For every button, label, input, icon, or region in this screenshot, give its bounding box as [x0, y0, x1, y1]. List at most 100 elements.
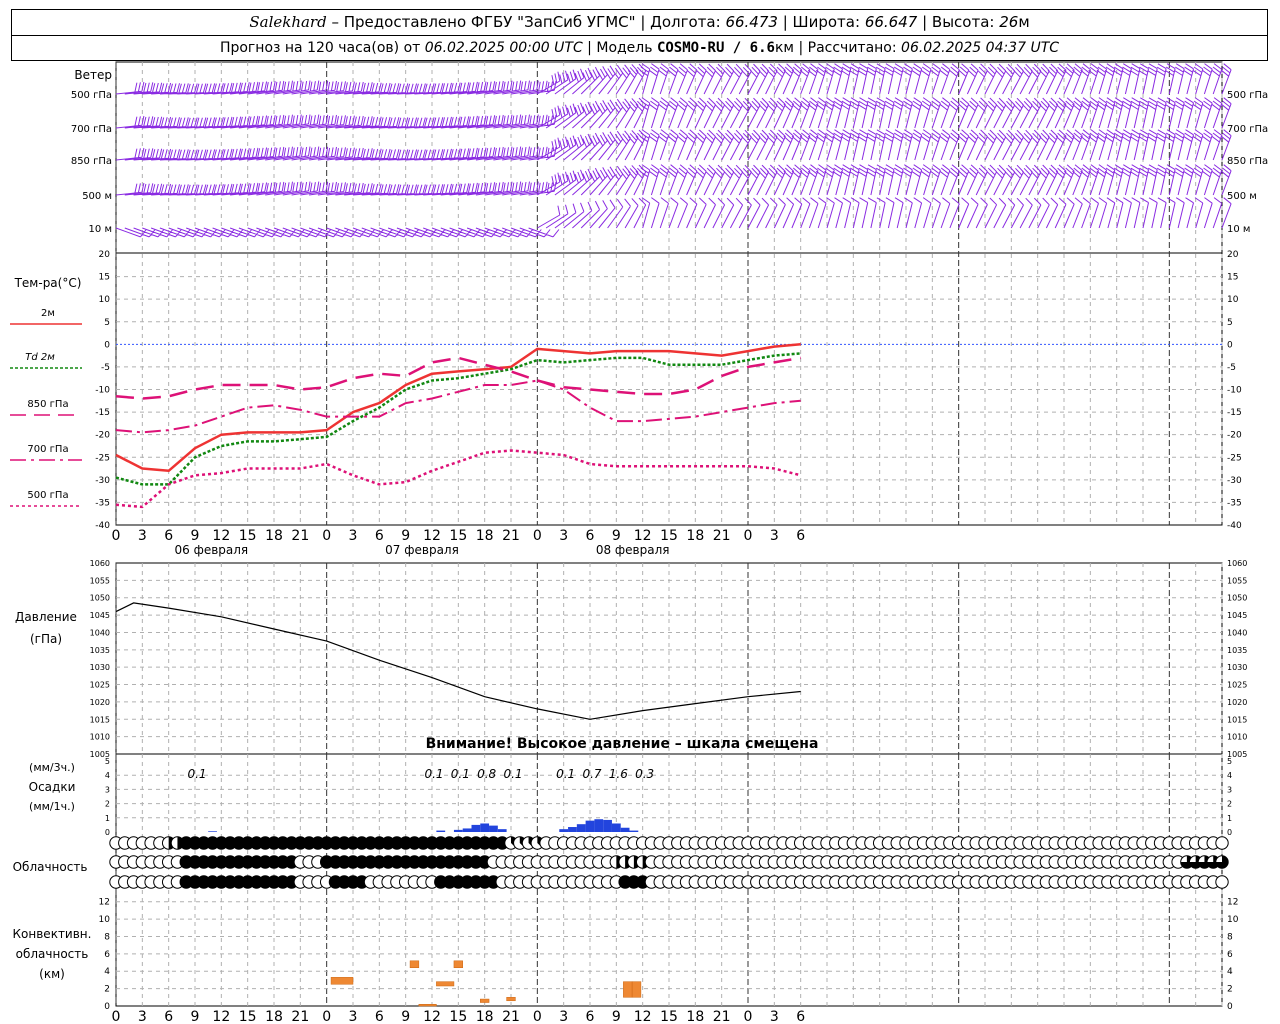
- y-tick-label-left: 1035: [90, 646, 110, 655]
- x-tick-label: 3: [138, 1009, 147, 1024]
- y-tick-label-left: 1060: [90, 559, 110, 568]
- cloud-symbol: [1215, 875, 1229, 889]
- y-tick-label-left: 8: [104, 932, 110, 942]
- y-tick-label-right: 10: [1227, 295, 1239, 305]
- convective-bar: [631, 981, 642, 998]
- cloud-title: Облачность: [13, 860, 88, 874]
- x-tick-label: 21: [291, 528, 309, 544]
- precip-bar: [462, 828, 472, 832]
- convective-bar: [330, 977, 354, 985]
- x-tick-label: 6: [796, 528, 805, 544]
- x-tick-label: 3: [770, 528, 779, 544]
- precip-bar: [436, 830, 446, 832]
- precip-bar: [585, 820, 595, 832]
- precip-bar: [497, 829, 507, 832]
- meteogram-chart: 20 2015 1510 105 50 0-5 -5-10 -10-15 -15-20 -20-2…: [10, 61, 1268, 1024]
- y-tick-label-left: 2: [104, 985, 110, 995]
- x-tick-label: 3: [349, 528, 358, 544]
- y-tick-label-left: 5: [105, 757, 110, 766]
- y-tick-label-right: 10: [1227, 915, 1239, 925]
- y-tick-label-left: 20: [99, 250, 111, 260]
- y-tick-label-left: 5: [104, 318, 110, 328]
- x-tick-label: 6: [164, 1009, 173, 1024]
- x-tick-label: 15: [239, 528, 257, 544]
- x-tick-label: 18: [265, 1009, 283, 1024]
- y-tick-label-right: 4: [1227, 771, 1232, 780]
- x-tick-label: 21: [713, 1009, 731, 1024]
- day-label: 08 февраля: [596, 543, 670, 557]
- x-tick-label: 15: [239, 1009, 257, 1024]
- y-tick-label-left: 3: [105, 785, 110, 794]
- x-tick-label: 0: [533, 1009, 542, 1024]
- y-tick-label-left: -25: [95, 453, 110, 463]
- y-tick-label-right: 3: [1227, 785, 1232, 794]
- wind-level-label-right: 10 м: [1227, 224, 1250, 235]
- convective-bar: [418, 1004, 437, 1007]
- y-tick-label-left: 1040: [90, 628, 110, 637]
- precip-bar: [568, 827, 577, 832]
- y-tick-label-left: -15: [95, 408, 110, 418]
- x-tick-label: 0: [112, 528, 121, 544]
- x-tick-label: 0: [744, 528, 753, 544]
- y-tick-label-left: 1: [105, 814, 110, 823]
- y-tick-label-left: 12: [99, 898, 110, 908]
- wind-level-label-right: 700 гПа: [1227, 124, 1268, 135]
- convective-bar: [506, 997, 516, 1002]
- convective-title-3: (км): [39, 967, 65, 981]
- x-tick-label: 21: [502, 528, 520, 544]
- x-tick-label: 3: [138, 528, 147, 544]
- wind-panel-title: Ветер: [74, 68, 112, 82]
- precip-3h-value: 0.1: [187, 767, 206, 781]
- convective-title-1: Конвективн.: [13, 927, 92, 941]
- pressure-unit: (гПа): [30, 632, 62, 646]
- x-tick-label: 0: [533, 528, 542, 544]
- cloud-symbol-outline: [1215, 836, 1229, 850]
- convective-bar: [623, 981, 633, 998]
- y-tick-label-right: 5: [1227, 757, 1232, 766]
- y-tick-label-right: -40: [1227, 521, 1242, 531]
- precip-bar: [480, 823, 490, 832]
- y-tick-label-right: 1025: [1227, 681, 1247, 690]
- y-tick-label-right: 1020: [1227, 698, 1247, 707]
- y-tick-label-right: -25: [1227, 453, 1242, 463]
- y-tick-label-right: 1: [1227, 814, 1232, 823]
- pressure-title: Давление: [15, 610, 77, 624]
- y-tick-label-left: 0: [105, 828, 110, 837]
- convective-bar: [409, 960, 420, 969]
- y-tick-label-left: 1015: [90, 715, 110, 724]
- precip-title: Осадки: [29, 780, 76, 794]
- precip-bar: [471, 824, 481, 832]
- y-tick-label-right: -15: [1227, 408, 1242, 418]
- x-tick-label: 21: [291, 1009, 309, 1024]
- temp-legend-label: 2м: [41, 308, 55, 319]
- precip-bar: [629, 830, 639, 832]
- y-tick-label-left: 2: [105, 800, 110, 809]
- y-tick-label-right: 2: [1227, 985, 1233, 995]
- y-tick-label-right: 6: [1227, 950, 1233, 960]
- y-tick-label-left: 1055: [90, 576, 110, 585]
- x-tick-label: 9: [612, 1009, 621, 1024]
- y-tick-label-right: 1035: [1227, 646, 1247, 655]
- y-tick-label-left: 6: [104, 950, 110, 960]
- x-tick-label: 6: [375, 528, 384, 544]
- y-tick-label-right: 8: [1227, 932, 1233, 942]
- precip-3h-value: 0.7: [582, 767, 601, 781]
- x-tick-label: 3: [559, 1009, 568, 1024]
- x-tick-label: 18: [686, 1009, 704, 1024]
- y-tick-label-right: -30: [1227, 476, 1242, 486]
- y-tick-label-left: -20: [95, 431, 110, 441]
- y-tick-label-left: -40: [95, 521, 110, 531]
- precip-label-3h: (мм/3ч.): [29, 761, 75, 774]
- precip-3h-value: 0.1: [424, 767, 443, 781]
- precip-bar: [594, 819, 604, 832]
- y-tick-label-right: 1055: [1227, 576, 1247, 585]
- y-tick-label-right: -20: [1227, 431, 1242, 441]
- y-tick-label-left: -10: [95, 386, 110, 396]
- y-tick-label-right: 1050: [1227, 594, 1247, 603]
- cloud-symbol-outline: [1215, 875, 1229, 889]
- y-tick-label-left: 1045: [90, 611, 110, 620]
- x-tick-label: 6: [796, 1009, 805, 1024]
- wind-level-label-right: 500 гПа: [1227, 90, 1268, 101]
- day-label: 07 февраля: [385, 543, 459, 557]
- y-tick-label-right: 1010: [1227, 733, 1247, 742]
